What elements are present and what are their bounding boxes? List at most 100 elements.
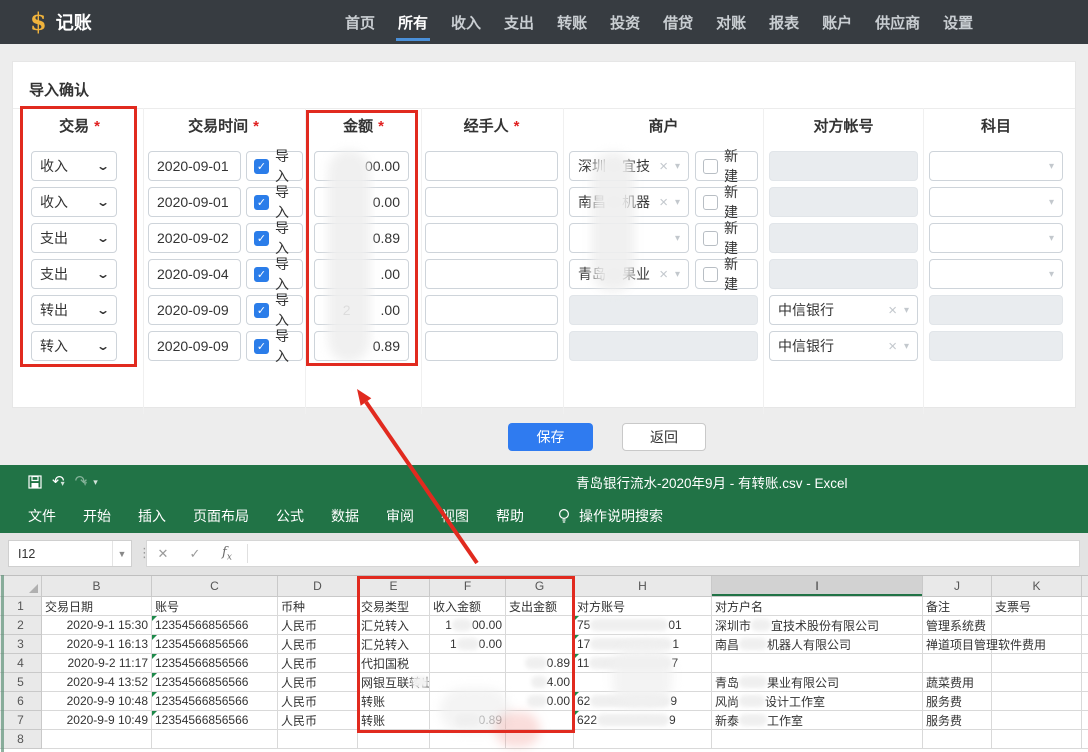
- cell-date[interactable]: 2020-9-4 13:52: [42, 673, 152, 692]
- handler-input[interactable]: [425, 151, 558, 181]
- cell-cheque[interactable]: [992, 692, 1082, 711]
- counterparty-account-select[interactable]: 中信银行×▾: [769, 331, 918, 361]
- transaction-type-select[interactable]: 支出⌄: [31, 259, 117, 289]
- cell-cheque[interactable]: [992, 711, 1082, 730]
- new-merchant-checkbox[interactable]: 新建: [695, 223, 758, 253]
- ribbon-tab-help[interactable]: 帮助: [496, 506, 524, 526]
- subject-select[interactable]: ▾: [929, 223, 1063, 253]
- transaction-type-select[interactable]: 收入⌄: [31, 151, 117, 181]
- cell-cp-name[interactable]: 青岛果业有限公司: [712, 673, 923, 692]
- handler-input[interactable]: [425, 331, 558, 361]
- checkbox-checked-icon[interactable]: ✓: [254, 159, 269, 174]
- checkbox-unchecked-icon[interactable]: [703, 159, 718, 174]
- transaction-date-input[interactable]: 2020-09-01: [148, 151, 241, 181]
- cell-type[interactable]: 代扣国税: [358, 654, 430, 673]
- nav-item-reconcile[interactable]: 对账: [714, 0, 748, 44]
- cell-empty[interactable]: [278, 730, 358, 749]
- cell-date[interactable]: 2020-9-2 11:17: [42, 654, 152, 673]
- cell-cp-account[interactable]: 117: [574, 654, 712, 673]
- checkbox-unchecked-icon[interactable]: [703, 267, 718, 282]
- cell-date[interactable]: 2020-9-1 15:30: [42, 616, 152, 635]
- handler-input[interactable]: [425, 187, 558, 217]
- checkbox-unchecked-icon[interactable]: [703, 231, 718, 246]
- column-header-B[interactable]: B: [42, 576, 152, 597]
- cell-empty[interactable]: [42, 730, 152, 749]
- cell-account[interactable]: 12354566856566: [152, 616, 278, 635]
- cell-header-date[interactable]: 交易日期: [42, 597, 152, 616]
- nav-item-transfer[interactable]: 转账: [555, 0, 589, 44]
- cell-type[interactable]: 汇兑转入: [358, 616, 430, 635]
- ribbon-tab-file[interactable]: 文件: [28, 506, 56, 526]
- row-header[interactable]: 6: [0, 692, 42, 711]
- cell-income[interactable]: [430, 692, 506, 711]
- amount-input[interactable]: .00: [314, 259, 409, 289]
- cell-header-cp-account[interactable]: 对方账号: [574, 597, 712, 616]
- cell-empty[interactable]: [506, 730, 574, 749]
- cell-income[interactable]: 0.89: [430, 711, 506, 730]
- cell-note[interactable]: 管理系统费: [923, 616, 992, 635]
- ribbon-tab-view[interactable]: 视图: [441, 506, 469, 526]
- column-header-J[interactable]: J: [923, 576, 992, 597]
- cell-account[interactable]: 12354566856566: [152, 654, 278, 673]
- cell-income[interactable]: 10.00: [430, 635, 506, 654]
- cell-header-income[interactable]: 收入金额: [430, 597, 506, 616]
- cell-account[interactable]: 12354566856566: [152, 673, 278, 692]
- column-header-K[interactable]: K: [992, 576, 1082, 597]
- transaction-date-input[interactable]: 2020-09-04: [148, 259, 241, 289]
- nav-item-home[interactable]: 首页: [343, 0, 377, 44]
- new-merchant-checkbox[interactable]: 新建: [695, 187, 758, 217]
- transaction-type-select[interactable]: 转出⌄: [31, 295, 117, 325]
- transaction-date-input[interactable]: 2020-09-09: [148, 295, 241, 325]
- merchant-select[interactable]: 青岛果业×▾: [569, 259, 689, 289]
- column-header-C[interactable]: C: [152, 576, 278, 597]
- amount-input[interactable]: 0.00: [314, 187, 409, 217]
- customize-qat-icon[interactable]: ▾: [93, 477, 98, 488]
- nav-item-report[interactable]: 报表: [767, 0, 801, 44]
- transaction-date-input[interactable]: 2020-09-01: [148, 187, 241, 217]
- cell-cp-account[interactable]: 171: [574, 635, 712, 654]
- checkbox-checked-icon[interactable]: ✓: [254, 339, 269, 354]
- cell-account[interactable]: 12354566856566: [152, 711, 278, 730]
- cell-currency[interactable]: 人民币: [278, 692, 358, 711]
- cell-cp-name[interactable]: 新泰工作室: [712, 711, 923, 730]
- nav-item-supplier[interactable]: 供应商: [873, 0, 922, 44]
- cell-account[interactable]: 12354566856566: [152, 692, 278, 711]
- clear-icon[interactable]: ×: [659, 159, 668, 174]
- ribbon-tab-review[interactable]: 审阅: [386, 506, 414, 526]
- cell-currency[interactable]: 人民币: [278, 635, 358, 654]
- clear-icon[interactable]: ×: [659, 195, 668, 210]
- row-header[interactable]: 1: [0, 597, 42, 616]
- confirm-entry-icon[interactable]: ✓: [179, 546, 211, 562]
- transaction-type-select[interactable]: 支出⌄: [31, 223, 117, 253]
- tell-me-search[interactable]: 操作说明搜索: [557, 506, 663, 526]
- nav-item-loan[interactable]: 借贷: [661, 0, 695, 44]
- cell-empty[interactable]: [923, 730, 992, 749]
- column-header-E[interactable]: E: [358, 576, 430, 597]
- cell-note[interactable]: 蔬菜费用: [923, 673, 992, 692]
- cell-empty[interactable]: [574, 730, 712, 749]
- ribbon-tab-home[interactable]: 开始: [83, 506, 111, 526]
- cell-cp-account[interactable]: 6229: [574, 711, 712, 730]
- cell-income[interactable]: 100.00: [430, 616, 506, 635]
- cell-note[interactable]: [923, 654, 992, 673]
- import-checkbox[interactable]: ✓导入: [246, 223, 303, 253]
- cell-cheque[interactable]: [992, 673, 1082, 692]
- import-checkbox[interactable]: ✓导入: [246, 331, 303, 361]
- row-header[interactable]: 5: [0, 673, 42, 692]
- column-header-G[interactable]: G: [506, 576, 574, 597]
- transaction-date-input[interactable]: 2020-09-09: [148, 331, 241, 361]
- cell-cp-name[interactable]: 南昌机器人有限公司: [712, 635, 923, 654]
- cell-account[interactable]: 12354566856566: [152, 635, 278, 654]
- select-all-corner[interactable]: [0, 576, 42, 597]
- checkbox-checked-icon[interactable]: ✓: [254, 267, 269, 282]
- column-header-F[interactable]: F: [430, 576, 506, 597]
- cell-expense[interactable]: [506, 711, 574, 730]
- cell-note[interactable]: 禅道项目管理软件费用: [923, 635, 992, 654]
- cell-header-expense[interactable]: 支出金额: [506, 597, 574, 616]
- cell-income[interactable]: [430, 673, 506, 692]
- back-button[interactable]: 返回: [622, 423, 706, 451]
- cell-currency[interactable]: 人民币: [278, 711, 358, 730]
- column-header-I-selected[interactable]: I: [712, 576, 923, 597]
- clear-icon[interactable]: ×: [659, 267, 668, 282]
- amount-input[interactable]: 0.89: [314, 331, 409, 361]
